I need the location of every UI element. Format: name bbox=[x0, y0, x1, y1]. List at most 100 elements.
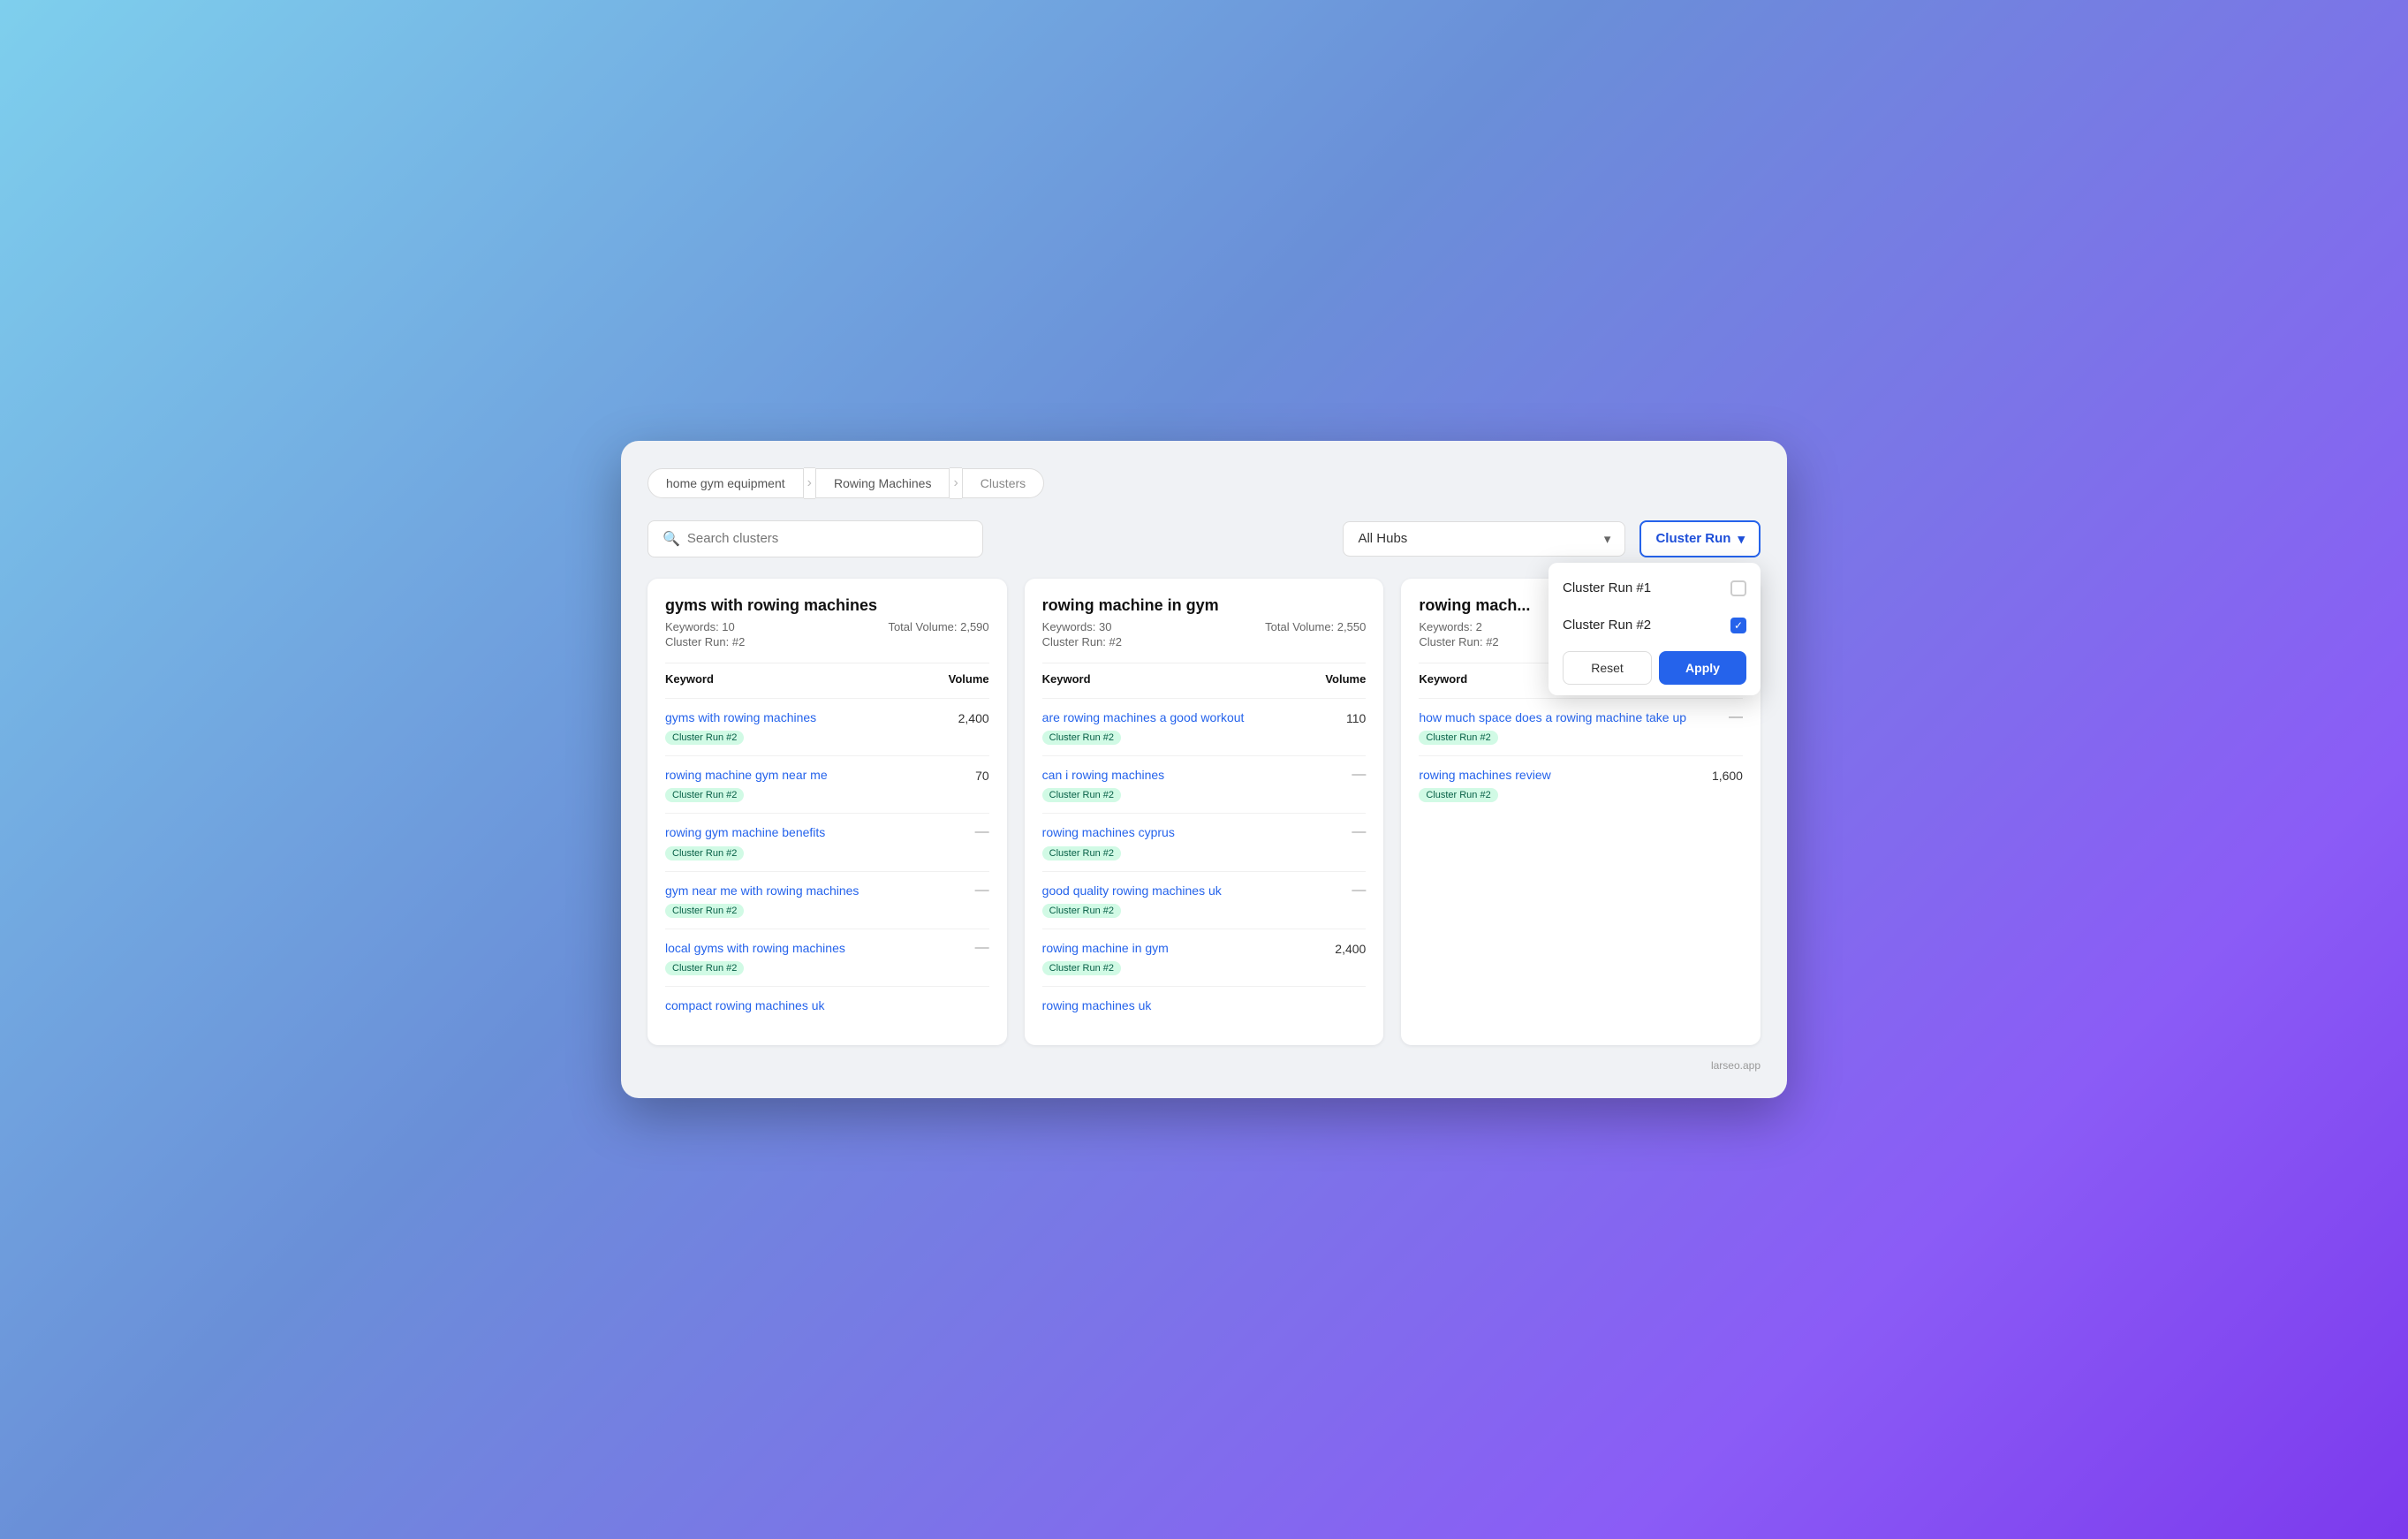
keyword-link[interactable]: rowing machines review bbox=[1419, 767, 1712, 783]
cluster-run-dropdown: Cluster Run #1 Cluster Run #2 ✓ Reset Ap… bbox=[1549, 563, 1761, 695]
card-1-col-keyword: Keyword bbox=[665, 672, 714, 686]
cluster-badge: Cluster Run #2 bbox=[1419, 731, 1497, 745]
breadcrumb-home-gym[interactable]: home gym equipment bbox=[647, 468, 804, 498]
keyword-link[interactable]: are rowing machines a good workout bbox=[1042, 709, 1346, 725]
volume-dash: — bbox=[1352, 824, 1366, 840]
cluster-badge: Cluster Run #2 bbox=[665, 731, 744, 745]
card-2-meta: Keywords: 30 Total Volume: 2,550 bbox=[1042, 620, 1367, 633]
keyword-link[interactable]: good quality rowing machines uk bbox=[1042, 883, 1352, 898]
toolbar: 🔍 All Hubs ▾ Cluster Run ▾ Cluster Run #… bbox=[647, 520, 1761, 557]
dropdown-option-1[interactable]: Cluster Run #1 bbox=[1549, 570, 1761, 607]
card-1-row-1-left: gyms with rowing machines Cluster Run #2 bbox=[665, 709, 958, 745]
cluster-run-button[interactable]: Cluster Run ▾ bbox=[1639, 520, 1761, 557]
cluster-run-chevron-icon: ▾ bbox=[1738, 531, 1745, 547]
card-2-keywords: Keywords: 30 bbox=[1042, 620, 1112, 633]
keyword-link[interactable]: rowing gym machine benefits bbox=[665, 824, 975, 840]
card-1: gyms with rowing machines Keywords: 10 T… bbox=[647, 579, 1007, 1045]
table-row: rowing gym machine benefits Cluster Run … bbox=[665, 813, 989, 870]
cluster-run-wrapper: Cluster Run ▾ Cluster Run #1 Cluster Run… bbox=[1639, 520, 1761, 557]
table-row: good quality rowing machines uk Cluster … bbox=[1042, 871, 1367, 929]
keyword-link[interactable]: local gyms with rowing machines bbox=[665, 940, 975, 956]
card-2-volume: Total Volume: 2,550 bbox=[1265, 620, 1366, 633]
volume-dash: — bbox=[975, 940, 989, 956]
volume-dash: — bbox=[975, 883, 989, 898]
breadcrumb-sep-1: › bbox=[804, 467, 815, 499]
card-3-keywords: Keywords: 2 bbox=[1419, 620, 1482, 633]
search-input[interactable] bbox=[687, 531, 968, 546]
volume-dash: — bbox=[1729, 709, 1743, 725]
card-2-row-1-left: are rowing machines a good workout Clust… bbox=[1042, 709, 1346, 745]
card-1-table-header: Keyword Volume bbox=[665, 663, 989, 694]
table-row: compact rowing machines uk bbox=[665, 986, 989, 1027]
keyword-link[interactable]: can i rowing machines bbox=[1042, 767, 1352, 783]
table-row: rowing machine in gym Cluster Run #2 2,4… bbox=[1042, 929, 1367, 986]
card-3-col-keyword: Keyword bbox=[1419, 672, 1467, 686]
apply-button[interactable]: Apply bbox=[1659, 651, 1746, 685]
breadcrumb-clusters[interactable]: Clusters bbox=[962, 468, 1044, 498]
card-1-meta: Keywords: 10 Total Volume: 2,590 bbox=[665, 620, 989, 633]
table-row: gyms with rowing machines Cluster Run #2… bbox=[665, 698, 989, 755]
table-row: gym near me with rowing machines Cluster… bbox=[665, 871, 989, 929]
dropdown-option-1-label: Cluster Run #1 bbox=[1563, 580, 1651, 595]
keyword-link[interactable]: rowing machines cyprus bbox=[1042, 824, 1352, 840]
main-container: home gym equipment › Rowing Machines › C… bbox=[621, 441, 1787, 1098]
table-row: rowing machines uk bbox=[1042, 986, 1367, 1027]
table-row: local gyms with rowing machines Cluster … bbox=[665, 929, 989, 986]
cluster-badge: Cluster Run #2 bbox=[1042, 731, 1121, 745]
card-1-col-volume: Volume bbox=[949, 672, 989, 686]
keyword-link[interactable]: gym near me with rowing machines bbox=[665, 883, 975, 898]
card-1-cluster-run: Cluster Run: #2 bbox=[665, 635, 989, 648]
card-1-row-2-left: rowing machine gym near me Cluster Run #… bbox=[665, 767, 975, 802]
table-row: rowing machines cyprus Cluster Run #2 — bbox=[1042, 813, 1367, 870]
checkbox-option-1[interactable] bbox=[1730, 580, 1746, 596]
card-2-title: rowing machine in gym bbox=[1042, 596, 1367, 615]
volume-value: 1,600 bbox=[1712, 767, 1743, 783]
hubs-label: All Hubs bbox=[1358, 531, 1407, 546]
card-2-row-6-left: rowing machines uk bbox=[1042, 997, 1367, 1017]
checkbox-option-2[interactable]: ✓ bbox=[1730, 618, 1746, 633]
card-2-col-volume: Volume bbox=[1325, 672, 1366, 686]
cluster-badge: Cluster Run #2 bbox=[1419, 788, 1497, 802]
card-2-row-3-left: rowing machines cyprus Cluster Run #2 bbox=[1042, 824, 1352, 860]
cluster-badge: Cluster Run #2 bbox=[665, 904, 744, 918]
breadcrumb: home gym equipment › Rowing Machines › C… bbox=[647, 467, 1761, 499]
cluster-badge: Cluster Run #2 bbox=[1042, 788, 1121, 802]
keyword-link[interactable]: compact rowing machines uk bbox=[665, 997, 989, 1013]
search-box[interactable]: 🔍 bbox=[647, 520, 983, 557]
card-2-row-5-left: rowing machine in gym Cluster Run #2 bbox=[1042, 940, 1336, 975]
card-2-col-keyword: Keyword bbox=[1042, 672, 1091, 686]
hubs-select[interactable]: All Hubs ▾ bbox=[1343, 521, 1625, 557]
card-1-volume: Total Volume: 2,590 bbox=[888, 620, 988, 633]
cluster-run-label: Cluster Run bbox=[1655, 531, 1730, 546]
breadcrumb-sep-2: › bbox=[950, 467, 961, 499]
table-row: rowing machine gym near me Cluster Run #… bbox=[665, 755, 989, 813]
card-1-keywords: Keywords: 10 bbox=[665, 620, 735, 633]
volume-value: 110 bbox=[1346, 709, 1366, 725]
keyword-link[interactable]: rowing machines uk bbox=[1042, 997, 1367, 1013]
volume-value: 2,400 bbox=[1335, 940, 1366, 956]
reset-button[interactable]: Reset bbox=[1563, 651, 1652, 685]
cluster-badge: Cluster Run #2 bbox=[1042, 904, 1121, 918]
cluster-badge: Cluster Run #2 bbox=[665, 788, 744, 802]
chevron-down-icon: ▾ bbox=[1604, 531, 1611, 547]
dropdown-option-2-label: Cluster Run #2 bbox=[1563, 618, 1651, 633]
card-2: rowing machine in gym Keywords: 30 Total… bbox=[1025, 579, 1384, 1045]
keyword-link[interactable]: rowing machine in gym bbox=[1042, 940, 1336, 956]
keyword-link[interactable]: how much space does a rowing machine tak… bbox=[1419, 709, 1729, 725]
table-row: are rowing machines a good workout Clust… bbox=[1042, 698, 1367, 755]
volume-value: 2,400 bbox=[958, 709, 989, 725]
dropdown-option-2[interactable]: Cluster Run #2 ✓ bbox=[1549, 607, 1761, 644]
card-1-row-4-left: gym near me with rowing machines Cluster… bbox=[665, 883, 975, 918]
breadcrumb-rowing-machines[interactable]: Rowing Machines bbox=[815, 468, 950, 498]
card-2-row-2-left: can i rowing machines Cluster Run #2 bbox=[1042, 767, 1352, 802]
cluster-badge: Cluster Run #2 bbox=[1042, 846, 1121, 860]
keyword-link[interactable]: rowing machine gym near me bbox=[665, 767, 975, 783]
credit: larseo.app bbox=[647, 1059, 1761, 1072]
card-3-row-2-left: rowing machines review Cluster Run #2 bbox=[1419, 767, 1712, 802]
keyword-link[interactable]: gyms with rowing machines bbox=[665, 709, 958, 725]
cluster-badge: Cluster Run #2 bbox=[1042, 961, 1121, 975]
cluster-badge: Cluster Run #2 bbox=[665, 961, 744, 975]
cluster-badge: Cluster Run #2 bbox=[665, 846, 744, 860]
card-1-title: gyms with rowing machines bbox=[665, 596, 989, 615]
card-2-cluster-run: Cluster Run: #2 bbox=[1042, 635, 1367, 648]
